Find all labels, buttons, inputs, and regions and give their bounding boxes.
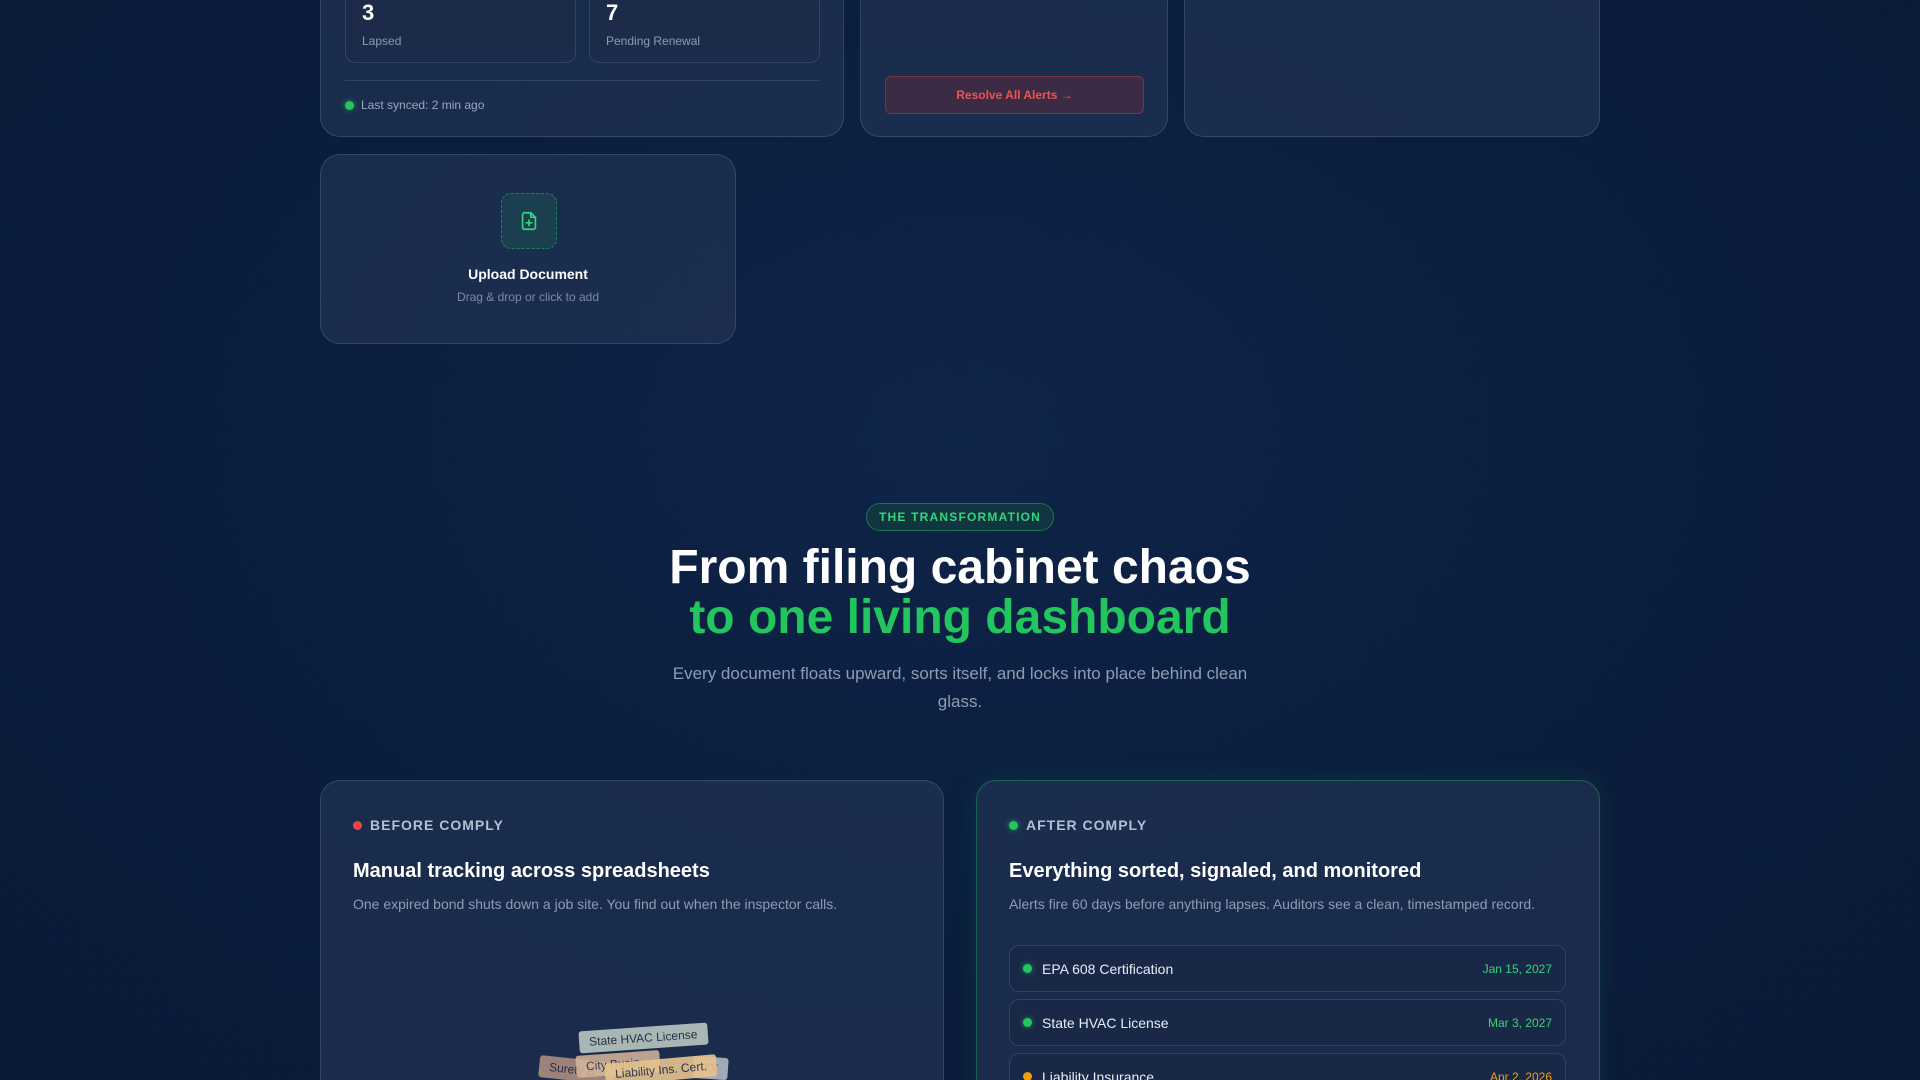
sync-status: Last synced: 2 min ago: [345, 98, 484, 112]
after-comply-card: AFTER COMPLY Everything sorted, signaled…: [976, 780, 1600, 1080]
alerts-card: Resolve All Alerts →: [860, 0, 1168, 137]
after-tag: AFTER COMPLY: [1009, 817, 1147, 833]
divider: [345, 80, 819, 81]
after-description: Alerts fire 60 days before anything laps…: [1009, 896, 1536, 912]
status-dot: [1023, 1018, 1032, 1027]
before-tag: BEFORE COMPLY: [353, 817, 504, 833]
after-tag-label: AFTER COMPLY: [1026, 817, 1148, 833]
status-dot: [1023, 1072, 1032, 1080]
before-comply-card: BEFORE COMPLY Manual tracking across spr…: [320, 780, 944, 1080]
document-row[interactable]: State HVAC License Mar 3, 2027: [1009, 999, 1566, 1046]
pending-label: Pending Renewal: [606, 34, 701, 48]
sync-status-dot: [345, 100, 354, 110]
red-status-dot: [353, 820, 362, 830]
status-dot: [1023, 964, 1032, 973]
lapsed-label: Lapsed: [362, 34, 402, 48]
green-status-dot: [1009, 820, 1018, 830]
document-date: Apr 2, 2026: [1489, 1069, 1552, 1080]
sync-text: Last synced: 2 min ago: [361, 98, 485, 112]
file-plus-icon[interactable]: [501, 193, 557, 249]
hero-subtitle: Every document floats upward, sorts itse…: [672, 664, 1248, 711]
lapsed-count: 3: [362, 0, 375, 25]
pending-renewal-stat[interactable]: 7 Pending Renewal: [589, 0, 820, 63]
document-name: Liability Insurance: [1042, 1068, 1155, 1080]
after-title: Everything sorted, signaled, and monitor…: [1009, 860, 1422, 882]
hero-title-line2: to one living dashboard: [689, 591, 1231, 644]
lapsed-stat[interactable]: 3 Lapsed: [345, 0, 576, 63]
compliance-stats-card: 3 Lapsed 7 Pending Renewal Last synced: …: [320, 0, 844, 137]
document-date: Jan 15, 2027: [1482, 961, 1552, 976]
section-badge: THE TRANSFORMATION: [866, 503, 1055, 531]
hero-title: From filing cabinet chaos to one living …: [0, 543, 1920, 643]
resolve-all-alerts-button[interactable]: Resolve All Alerts →: [885, 76, 1144, 114]
document-date: Mar 3, 2027: [1487, 1015, 1552, 1030]
document-row[interactable]: Liability Insurance Apr 2, 2026: [1009, 1053, 1566, 1080]
document-name: EPA 608 Certification: [1042, 960, 1174, 977]
pending-count: 7: [606, 0, 619, 25]
upload-title: Upload Document: [468, 266, 588, 282]
upload-document-card[interactable]: Upload Document Drag & drop or click to …: [320, 154, 736, 344]
document-name: State HVAC License: [1042, 1014, 1169, 1031]
paper-state-hvac: State HVAC License: [578, 1022, 709, 1054]
before-tag-label: BEFORE COMPLY: [370, 817, 504, 833]
before-description: One expired bond shuts down a job site. …: [353, 896, 838, 912]
hero-title-line1: From filing cabinet chaos: [669, 541, 1251, 594]
before-title: Manual tracking across spreadsheets: [353, 860, 710, 882]
document-row[interactable]: EPA 608 Certification Jan 15, 2027: [1009, 945, 1566, 992]
secondary-panel-card: [1184, 0, 1600, 137]
upload-subtitle: Drag & drop or click to add: [456, 290, 600, 304]
